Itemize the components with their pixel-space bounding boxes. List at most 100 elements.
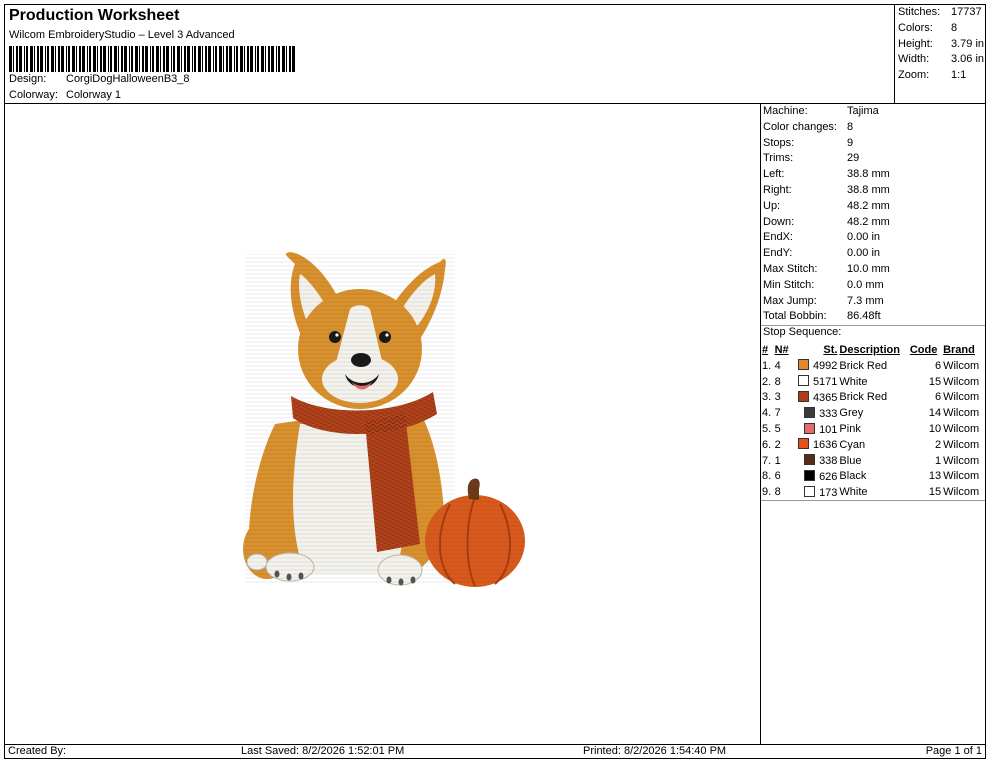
barcode-bar <box>97 46 98 72</box>
corgi-pumpkin-embroidery <box>243 252 525 587</box>
row-description: Grey <box>839 407 864 420</box>
row-num: 9. <box>762 486 772 499</box>
barcode-bar <box>89 46 91 72</box>
row-needle: 6 <box>774 470 781 483</box>
row-description: Cyan <box>839 438 866 451</box>
barcode-bar <box>45 46 46 72</box>
barcode-bar <box>142 46 144 72</box>
barcode-bar <box>118 46 119 72</box>
design-row: Design: CorgiDogHalloweenB3_8 <box>9 73 190 85</box>
col-code: Code <box>909 344 938 356</box>
row-num: 6. <box>762 438 772 451</box>
barcode-bar <box>198 46 201 72</box>
barcode-bar <box>131 46 133 72</box>
barcode-bar <box>156 46 159 72</box>
page-number: Page 1 of 1 <box>925 745 982 757</box>
design-value: CorgiDogHalloweenB3_8 <box>66 73 190 85</box>
barcode-bar <box>276 46 277 72</box>
barcode-bar <box>247 46 249 72</box>
colorway-label: Colorway: <box>9 89 58 101</box>
barcode-bar <box>100 46 102 72</box>
barcode-bar <box>150 46 151 72</box>
row-brand: Wilcom <box>943 470 980 483</box>
barcode-bar <box>47 46 49 72</box>
barcode-bar <box>244 46 245 72</box>
row-code: 6 <box>934 359 942 372</box>
barcode-bar <box>160 46 161 72</box>
barcode-bar <box>16 46 18 72</box>
barcode-bar <box>79 46 81 72</box>
table-row: 6. 2 1636 Cyan 2 Wilcom <box>761 437 985 453</box>
barcode-bar <box>108 46 109 72</box>
row-brand: Wilcom <box>943 423 980 436</box>
barcode-bar <box>268 46 270 72</box>
barcode-bar <box>93 46 96 72</box>
stop-sequence-table: # N# St. Description Code Brand 1. 4 4992 B… <box>761 342 985 500</box>
barcode-bar <box>58 46 60 72</box>
barcode-bar <box>9 46 12 72</box>
table-row: 4. 7 333 Grey 14 Wilcom <box>761 405 985 421</box>
barcode-bar <box>213 46 214 72</box>
barcode-bar <box>166 46 169 72</box>
row-num: 4. <box>762 407 772 420</box>
barcode-bar <box>26 46 28 72</box>
row-needle: 1 <box>774 454 781 467</box>
barcode-bar <box>61 46 64 72</box>
barcode-bar <box>19 46 22 72</box>
barcode-bar <box>184 46 186 72</box>
page-title: Production Worksheet <box>9 7 180 24</box>
row-num: 2. <box>762 375 772 388</box>
row-num: 5. <box>762 423 772 436</box>
barcode-bar <box>229 46 232 72</box>
barcode-bar <box>223 46 224 72</box>
barcode-bar <box>292 46 295 72</box>
table-row: 8. 6 626 Black 13 Wilcom <box>761 469 985 485</box>
row-description: Black <box>839 470 867 483</box>
table-row: 9. 8 173 White 15 Wilcom <box>761 484 985 500</box>
barcode-bar <box>282 46 285 72</box>
row-needle: 5 <box>774 423 781 436</box>
row-stitches: 5171 <box>792 374 839 390</box>
design-preview <box>4 103 761 745</box>
row-brand: Wilcom <box>943 407 980 420</box>
design-label: Design: <box>9 73 47 85</box>
barcode-bar <box>163 46 165 72</box>
barcode-bar <box>145 46 148 72</box>
row-code: 14 <box>928 407 942 420</box>
colorway-value: Colorway 1 <box>66 89 122 101</box>
row-needle: 4 <box>774 359 781 372</box>
row-stitches: 1636 <box>792 437 839 453</box>
barcode-bar <box>261 46 264 72</box>
barcode-bar <box>34 46 35 72</box>
row-description: White <box>839 375 868 388</box>
barcode-bar <box>202 46 203 72</box>
color-swatch <box>804 422 816 434</box>
barcode-bar <box>68 46 70 72</box>
barcode-bar <box>177 46 180 72</box>
barcode-bar <box>30 46 33 72</box>
barcode-bar <box>72 46 75 72</box>
barcode-bar <box>55 46 56 72</box>
barcode-bar <box>187 46 190 72</box>
row-needle: 2 <box>774 438 781 451</box>
row-brand: Wilcom <box>943 438 980 451</box>
stop-sequence-title: Stop Sequence: <box>763 326 842 338</box>
barcode-bar <box>121 46 123 72</box>
barcode-bar <box>110 46 112 72</box>
row-num: 7. <box>762 454 772 467</box>
col-num: # <box>762 344 769 356</box>
row-code: 15 <box>928 375 942 388</box>
row-num: 1. <box>762 359 772 372</box>
barcode-bar <box>76 46 77 72</box>
row-description: Blue <box>839 454 862 467</box>
barcode-bar <box>129 46 130 72</box>
barcode-bar <box>236 46 238 72</box>
barcode-bar <box>66 46 67 72</box>
row-code: 13 <box>928 470 942 483</box>
barcode <box>9 46 295 72</box>
row-description: Brick Red <box>839 359 888 372</box>
color-swatch <box>804 469 816 481</box>
row-needle: 7 <box>774 407 781 420</box>
design-summary: Stitches: 17737 Colors: 8 Height: 3.79 in W… <box>894 4 986 104</box>
col-brand: Brand <box>943 344 975 356</box>
